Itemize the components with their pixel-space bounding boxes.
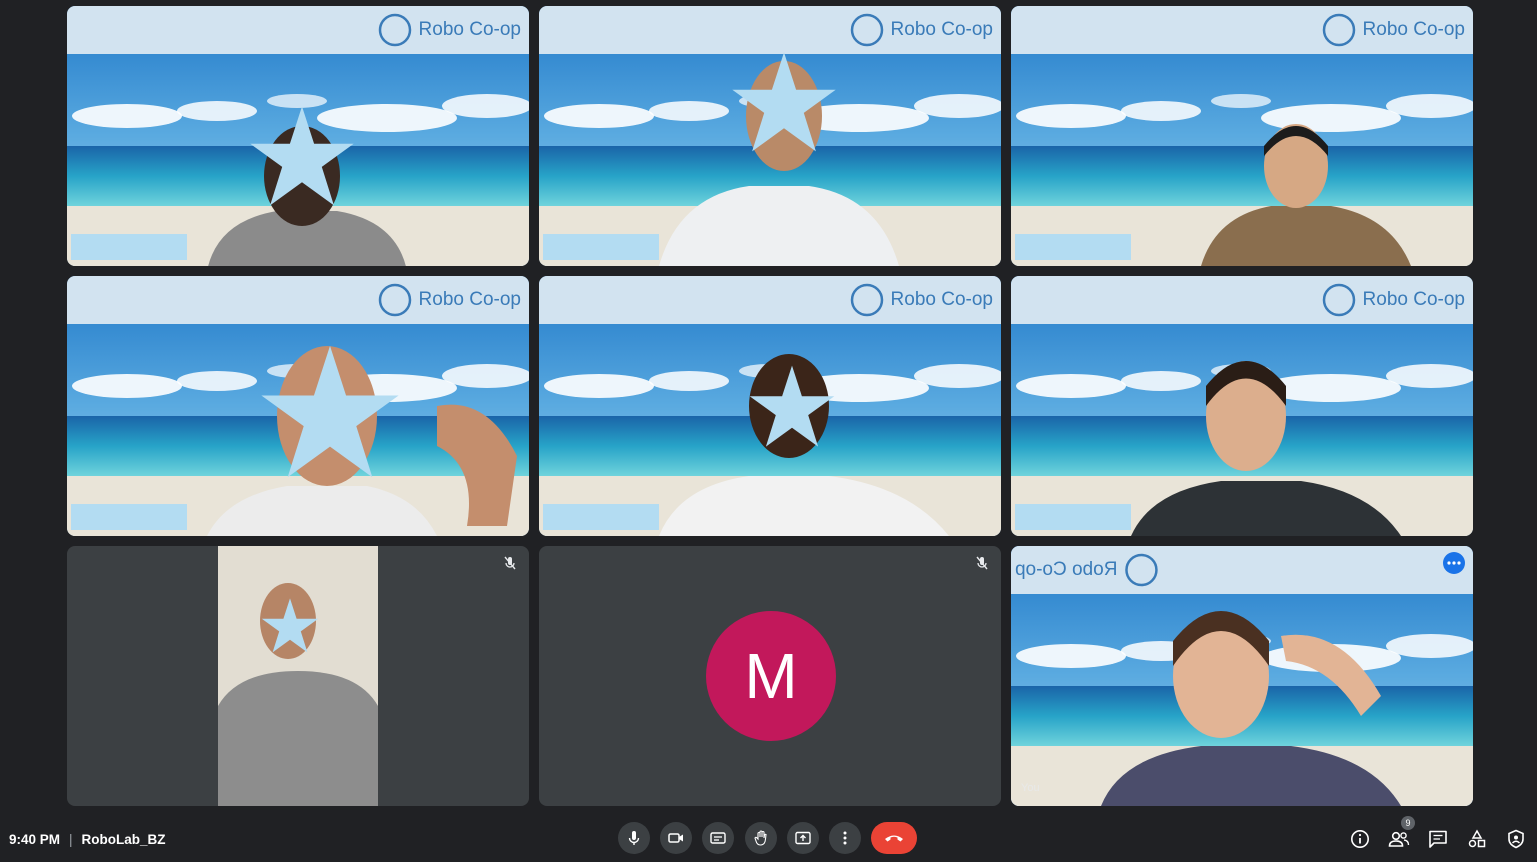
participant-tile-8[interactable]: M xyxy=(539,546,1001,806)
brand-logo: Robo Co-op xyxy=(1321,284,1465,316)
more-vert-icon xyxy=(843,831,847,845)
participant-name-tag xyxy=(1015,504,1131,530)
self-view-tile[interactable]: Robo Co-op You xyxy=(1011,546,1473,806)
raise-hand-icon xyxy=(754,830,767,846)
avatar: M xyxy=(706,611,836,741)
participant-video xyxy=(1131,361,1401,536)
participant-tile-4[interactable]: Robo Co-op xyxy=(67,276,529,536)
captions-button[interactable] xyxy=(702,822,734,854)
more-options-button[interactable] xyxy=(1443,552,1465,574)
meeting-details-icon xyxy=(1351,830,1369,848)
more-horiz-icon xyxy=(1447,561,1461,565)
participant-tile-3[interactable]: Robo Co-op xyxy=(1011,6,1473,266)
host-controls-icon xyxy=(1508,829,1524,849)
participant-count-badge: 9 xyxy=(1401,816,1415,830)
brand-logo: Robo Co-op xyxy=(377,14,521,46)
participant-video xyxy=(218,546,378,806)
chat-button[interactable] xyxy=(1427,828,1449,850)
brand-logo: Robo Co-op xyxy=(849,284,993,316)
captions-icon xyxy=(710,832,726,844)
participant-name-tag xyxy=(1015,234,1131,260)
camera-icon xyxy=(668,833,683,843)
portrait-video xyxy=(218,546,378,806)
participant-tile-2[interactable]: Robo Co-op xyxy=(539,6,1001,266)
self-label: You xyxy=(1021,782,1040,794)
brand-logo: Robo Co-op xyxy=(1321,14,1465,46)
participant-tile-6[interactable]: Robo Co-op xyxy=(1011,276,1473,536)
brand-logo: Robo Co-op xyxy=(1015,554,1159,586)
participant-tile-5[interactable]: Robo Co-op xyxy=(539,276,1001,536)
brand-logo: Robo Co-op xyxy=(377,284,521,316)
robo-coop-logo-icon xyxy=(849,282,885,318)
activities-icon xyxy=(1468,829,1486,848)
robo-coop-logo-icon xyxy=(1123,552,1159,588)
host-controls-button[interactable] xyxy=(1505,828,1527,850)
meeting-details-button[interactable] xyxy=(1349,828,1371,850)
participant-name-tag xyxy=(543,234,659,260)
privacy-star-icon xyxy=(747,362,837,452)
present-screen-button[interactable] xyxy=(787,822,819,854)
participant-tile-1[interactable]: Robo Co-op xyxy=(67,6,529,266)
clock-time: 9:40 PM xyxy=(9,831,61,847)
avatar-initial: M xyxy=(744,640,798,712)
hang-up-icon xyxy=(885,835,903,842)
separator: | xyxy=(69,831,73,847)
privacy-star-icon xyxy=(247,102,357,212)
microphone-button[interactable] xyxy=(618,822,650,854)
present-screen-icon xyxy=(795,831,811,845)
participant-video xyxy=(1101,611,1401,806)
mic-off-icon xyxy=(976,556,988,570)
participant-name-tag xyxy=(71,504,187,530)
privacy-star-icon xyxy=(257,340,403,486)
participant-name-tag xyxy=(543,504,659,530)
robo-coop-logo-icon xyxy=(377,282,413,318)
meeting-name: RoboLab_BZ xyxy=(81,831,166,847)
microphone-icon xyxy=(628,831,640,845)
raise-hand-button[interactable] xyxy=(745,822,777,854)
people-icon xyxy=(1388,831,1410,847)
participant-name-tag xyxy=(71,234,187,260)
leave-call-button[interactable] xyxy=(871,822,917,854)
brand-logo: Robo Co-op xyxy=(849,14,993,46)
robo-coop-logo-icon xyxy=(377,12,413,48)
robo-coop-logo-icon xyxy=(849,12,885,48)
chat-icon xyxy=(1429,830,1447,848)
people-button[interactable] xyxy=(1388,828,1410,850)
participant-tile-7[interactable] xyxy=(67,546,529,806)
robo-coop-logo-icon xyxy=(1321,12,1357,48)
mic-off-icon xyxy=(504,556,516,570)
robo-coop-logo-icon xyxy=(1321,282,1357,318)
more-options-button[interactable] xyxy=(829,822,861,854)
activities-button[interactable] xyxy=(1466,828,1488,850)
camera-button[interactable] xyxy=(660,822,692,854)
privacy-star-icon xyxy=(729,48,839,158)
meeting-info: 9:40 PM | RoboLab_BZ xyxy=(9,829,166,849)
participant-video xyxy=(1201,124,1411,266)
privacy-star-icon xyxy=(260,596,320,656)
